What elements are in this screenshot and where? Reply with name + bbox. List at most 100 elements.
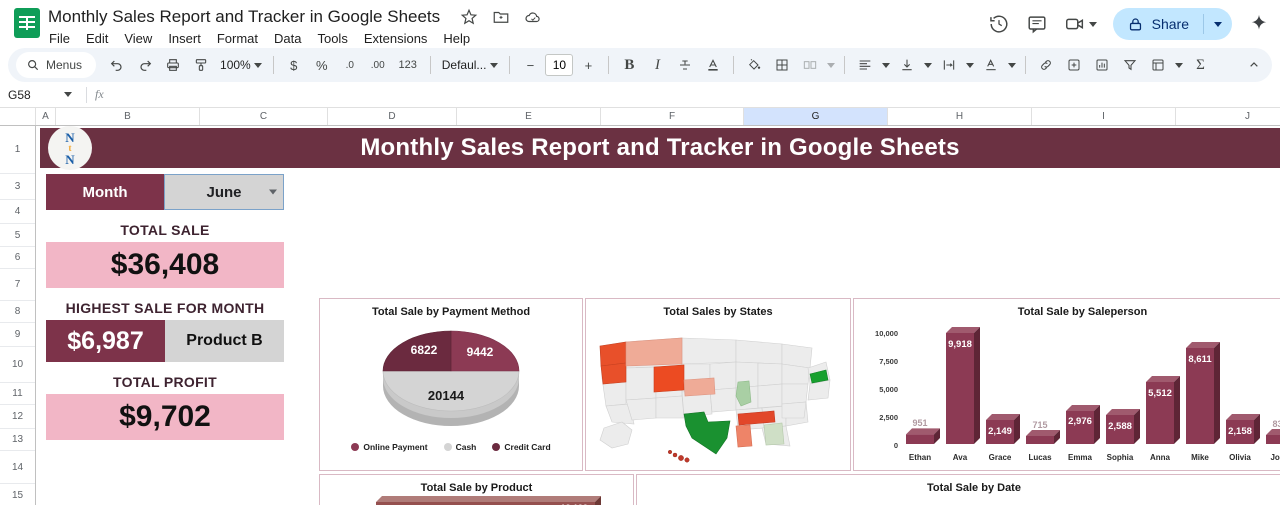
strikethrough-button[interactable] (672, 52, 698, 78)
column-header-b[interactable]: B (56, 108, 200, 125)
row-header-5[interactable]: 5 (0, 224, 35, 247)
row-header-13[interactable]: 13 (0, 429, 35, 451)
horizontal-align-button[interactable] (852, 52, 878, 78)
vertical-align-caret-icon[interactable] (922, 52, 934, 78)
row-header-4[interactable]: 4 (0, 200, 35, 224)
zoom-selector[interactable]: 100% (216, 58, 266, 72)
chart-total-sale-by-saleperson[interactable]: Total Sale by Saleperson 10,000 7,500 5,… (853, 298, 1280, 471)
row-header-15[interactable]: 15 (0, 484, 35, 505)
menu-item-format[interactable]: Format (216, 31, 259, 46)
svg-text:Emma: Emma (1068, 453, 1093, 462)
document-title[interactable]: Monthly Sales Report and Tracker in Goog… (48, 6, 440, 28)
row-header-1[interactable]: 1 (0, 126, 35, 174)
chart-total-sale-by-payment-method[interactable]: Total Sale by Payment Method 9442 6822 2… (319, 298, 583, 471)
row-header-9[interactable]: 9 (0, 323, 35, 347)
column-header-f[interactable]: F (601, 108, 744, 125)
comment-icon[interactable] (1026, 13, 1048, 35)
chart-total-sale-by-date[interactable]: Total Sale by Date 8,000 6,000 4,000 2,0… (636, 474, 1280, 505)
percent-format-button[interactable]: % (309, 52, 335, 78)
row-header-6[interactable]: 6 (0, 247, 35, 269)
chart-total-sales-by-states[interactable]: Total Sales by States (585, 298, 851, 471)
collapse-toolbar-button[interactable] (1246, 57, 1262, 73)
state-nebraska (683, 377, 716, 397)
font-family-selector[interactable]: Defaul... (438, 58, 503, 72)
increase-font-size-button[interactable]: + (575, 52, 601, 78)
undo-button[interactable] (104, 52, 130, 78)
gemini-sparkle-icon[interactable] (1248, 13, 1270, 35)
menu-item-file[interactable]: File (48, 31, 71, 46)
horizontal-align-caret-icon[interactable] (880, 52, 892, 78)
svg-text:Anna: Anna (1150, 453, 1171, 462)
decrease-decimal-button[interactable]: .0 (337, 52, 363, 78)
row-header-14[interactable]: 14 (0, 451, 35, 484)
highest-sale-row: $6,987 Product B (46, 320, 284, 362)
text-wrapping-button[interactable] (936, 52, 962, 78)
name-box-caret-icon[interactable] (64, 92, 72, 97)
column-header-a[interactable]: A (36, 108, 56, 125)
move-to-folder-icon[interactable] (492, 8, 510, 26)
menu-item-edit[interactable]: Edit (85, 31, 109, 46)
chart-total-sale-by-product[interactable]: Total Sale by Product Product C Product … (319, 474, 634, 505)
fill-color-button[interactable] (741, 52, 767, 78)
column-header-j[interactable]: J (1176, 108, 1280, 125)
column-header-e[interactable]: E (457, 108, 601, 125)
row-header-11[interactable]: 11 (0, 383, 35, 405)
column-header-d[interactable]: D (328, 108, 457, 125)
version-history-icon[interactable] (988, 13, 1010, 35)
meet-icon[interactable] (1064, 13, 1097, 35)
menu-item-data[interactable]: Data (273, 31, 302, 46)
column-header-c[interactable]: C (200, 108, 328, 125)
insert-comment-button[interactable] (1061, 52, 1087, 78)
month-dropdown[interactable]: June (164, 174, 284, 210)
cloud-status-icon[interactable] (524, 8, 542, 26)
create-filter-button[interactable] (1117, 52, 1143, 78)
text-color-button[interactable] (700, 52, 726, 78)
insert-chart-button[interactable] (1089, 52, 1115, 78)
row-header-12[interactable]: 12 (0, 405, 35, 429)
currency-format-button[interactable]: $ (281, 52, 307, 78)
bold-button[interactable]: B (616, 52, 642, 78)
row-header-3[interactable]: 3 (0, 174, 35, 200)
functions-table-button[interactable] (1145, 52, 1171, 78)
row-header-10[interactable]: 10 (0, 347, 35, 383)
column-header-h[interactable]: H (888, 108, 1032, 125)
google-sheets-logo-icon[interactable] (14, 8, 40, 38)
increase-decimal-button[interactable]: .00 (365, 52, 391, 78)
functions-caret-icon[interactable] (1173, 52, 1185, 78)
menu-item-view[interactable]: View (123, 31, 153, 46)
column-header-g[interactable]: G (744, 108, 888, 125)
row-header-7[interactable]: 7 (0, 269, 35, 301)
text-wrapping-caret-icon[interactable] (964, 52, 976, 78)
menu-item-insert[interactable]: Insert (167, 31, 202, 46)
column-header-i[interactable]: I (1032, 108, 1176, 125)
chevron-down-icon[interactable] (269, 189, 277, 195)
text-rotation-button[interactable] (978, 52, 1004, 78)
italic-button[interactable]: I (644, 52, 670, 78)
menu-item-help[interactable]: Help (442, 31, 471, 46)
decrease-decimal-label: .0 (345, 59, 354, 71)
select-all-corner[interactable] (0, 108, 36, 125)
insert-link-button[interactable] (1033, 52, 1059, 78)
share-dropdown-caret-icon[interactable] (1214, 21, 1222, 27)
borders-button[interactable] (769, 52, 795, 78)
sum-button[interactable]: Σ (1187, 52, 1213, 78)
pie-chart-legend: Online Payment Cash Credit Card (320, 442, 582, 452)
decrease-font-size-button[interactable]: − (517, 52, 543, 78)
redo-button[interactable] (132, 52, 158, 78)
sheet-canvas[interactable]: N t N Monthly Sales Report and Tracker i… (36, 126, 1280, 505)
menus-search-button[interactable]: Menus (16, 52, 97, 78)
svg-text:0: 0 (894, 441, 898, 450)
font-size-input[interactable]: 10 (545, 54, 574, 76)
more-formats-button[interactable]: 123 (393, 52, 423, 78)
star-icon[interactable] (460, 8, 478, 26)
menu-item-extensions[interactable]: Extensions (363, 31, 429, 46)
menu-item-tools[interactable]: Tools (316, 31, 348, 46)
vertical-align-button[interactable] (894, 52, 920, 78)
toolbar: Menus 100% $ % .0 .00 123 Defaul... − 10… (8, 48, 1272, 82)
name-box[interactable]: G58 (8, 88, 78, 102)
paint-format-button[interactable] (188, 52, 214, 78)
text-rotation-caret-icon[interactable] (1006, 52, 1018, 78)
share-button[interactable]: Share (1112, 8, 1232, 40)
print-button[interactable] (160, 52, 186, 78)
row-header-8[interactable]: 8 (0, 301, 35, 323)
